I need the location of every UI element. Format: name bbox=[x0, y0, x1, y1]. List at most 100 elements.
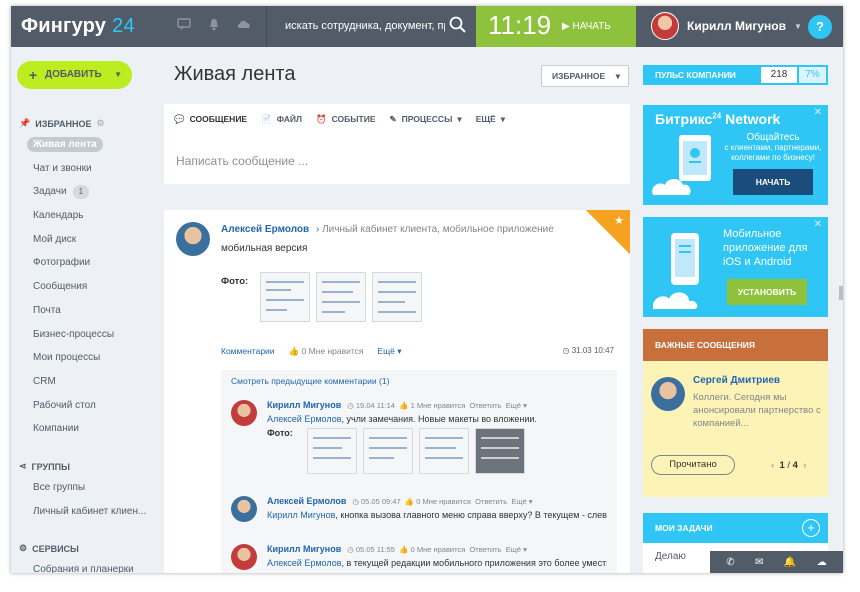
thumbs-up-icon: 👍 bbox=[288, 346, 302, 356]
user-name: Кирилл Мигунов bbox=[687, 19, 786, 33]
sidebar-item-mail[interactable]: Почта bbox=[11, 299, 161, 323]
gears-icon: ⚙ bbox=[19, 543, 28, 553]
message-input[interactable]: Написать сообщение ... bbox=[176, 154, 308, 168]
sidebar-item-calendar[interactable]: Календарь bbox=[11, 204, 161, 228]
post-text: мобильная версия bbox=[221, 243, 308, 254]
comment-author[interactable]: Кирилл Мигунов bbox=[267, 400, 341, 410]
network-start-button[interactable]: НАЧАТЬ bbox=[733, 169, 813, 195]
user-menu[interactable]: Кирилл Мигунов ▼ bbox=[651, 12, 802, 40]
work-time-widget[interactable]: 11:19 ▶ НАЧАТЬ bbox=[476, 6, 636, 47]
bell-icon[interactable]: 🔔 bbox=[784, 557, 796, 568]
chevron-down-icon: ▾ bbox=[615, 71, 620, 81]
add-task-button[interactable]: + bbox=[802, 519, 820, 537]
comment-avatar[interactable] bbox=[231, 400, 257, 426]
sidebar-item-companies[interactable]: Компании bbox=[11, 417, 161, 441]
chat-icon[interactable] bbox=[176, 18, 192, 34]
company-pulse[interactable]: ПУЛЬС КОМПАНИИ 218 7% bbox=[643, 65, 828, 85]
comment-text: Кирилл Мигунов, кнопка вызова главного м… bbox=[267, 510, 607, 520]
comment-meta: ◷ 19.04 11:14 👍 1 Мне нравится Ответить … bbox=[347, 401, 527, 410]
feed-filter-dropdown[interactable]: ИЗБРАННОЕ ▾ bbox=[541, 65, 629, 87]
photo-thumbnail[interactable] bbox=[316, 272, 366, 322]
sidebar-item-desktop[interactable]: Рабочий стол bbox=[11, 394, 161, 418]
post-author[interactable]: Алексей Ермолов bbox=[221, 224, 309, 235]
tab-more[interactable]: ЕЩЁ ▾ bbox=[476, 114, 505, 125]
photo-thumbnail[interactable] bbox=[419, 428, 469, 474]
add-button[interactable]: + ДОБАВИТЬ ▼ bbox=[17, 61, 132, 89]
pin-icon: 📌 bbox=[19, 118, 31, 128]
tab-event[interactable]: ⏰ СОБЫТИЕ bbox=[316, 114, 376, 125]
comment-avatar[interactable] bbox=[231, 544, 257, 570]
reply-link[interactable]: Ответить bbox=[475, 497, 507, 506]
pulse-value: 218 bbox=[761, 67, 797, 83]
photo-thumbnail[interactable] bbox=[260, 272, 310, 322]
plus-icon: + bbox=[29, 67, 38, 83]
photo-thumbnail[interactable] bbox=[307, 428, 357, 474]
sidebar-item-photos[interactable]: Фотографии bbox=[11, 251, 161, 275]
favorite-star-corner[interactable]: ★ bbox=[586, 210, 630, 254]
chevron-down-icon: ▼ bbox=[114, 70, 122, 79]
scrollbar[interactable] bbox=[839, 286, 843, 300]
post-avatar[interactable] bbox=[176, 222, 210, 256]
logo[interactable]: Фингуру 24 bbox=[21, 15, 135, 38]
chevron-down-icon: ▾ bbox=[500, 113, 505, 124]
sidebar-item-my-processes[interactable]: Мои процессы bbox=[11, 346, 161, 370]
sidebar-item-all-groups[interactable]: Все группы bbox=[11, 476, 161, 500]
more-link[interactable]: Ещё ▾ bbox=[378, 346, 402, 357]
bell-icon[interactable] bbox=[206, 18, 222, 34]
network-subtitle: Общайтесь с клиентами, партнерами, коллег… bbox=[724, 132, 822, 163]
sidebar-item-live-feed[interactable]: Живая лента bbox=[11, 133, 161, 157]
tab-message[interactable]: 💬 СООБЩЕНИЕ bbox=[174, 114, 247, 125]
sidebar-item-bizproc[interactable]: Бизнес-процессы bbox=[11, 323, 161, 347]
chat-icon[interactable]: ✉ bbox=[755, 557, 763, 568]
sidebar-item-chat[interactable]: Чат и звонки bbox=[11, 157, 161, 181]
photo-thumbnail[interactable] bbox=[363, 428, 413, 474]
sidebar-item-crm[interactable]: CRM bbox=[11, 370, 161, 394]
sidebar-item-disk[interactable]: Мой диск bbox=[11, 228, 161, 252]
start-day-button[interactable]: ▶ НАЧАТЬ bbox=[562, 21, 611, 32]
mark-read-button[interactable]: Прочитано bbox=[651, 455, 735, 475]
avatar bbox=[651, 12, 679, 40]
clock-time: 11:19 bbox=[488, 10, 552, 40]
reply-link[interactable]: Ответить bbox=[469, 545, 501, 554]
edit-icon: ✎ bbox=[389, 113, 397, 124]
close-icon[interactable]: ✕ bbox=[814, 107, 822, 118]
sidebar-item-client-cabinet[interactable]: Личный кабинет клиен... bbox=[11, 500, 161, 524]
comment-avatar[interactable] bbox=[231, 496, 257, 522]
sidebar: + ДОБАВИТЬ ▼ 📌 ИЗБРАННОЕ ⚙ Живая лента Чат и… bbox=[11, 47, 161, 573]
important-text: Коллеги. Сегодня мы анонсировали партнер… bbox=[693, 392, 821, 429]
install-button[interactable]: УСТАНОВИТЬ bbox=[727, 279, 807, 305]
search-input[interactable]: искать сотрудника, документ, проче bbox=[285, 20, 445, 32]
sidebar-item-meetings[interactable]: Собрания и планерки bbox=[11, 558, 161, 573]
sidebar-item-messages[interactable]: Сообщения bbox=[11, 275, 161, 299]
chevron-right-icon[interactable]: › bbox=[803, 460, 806, 471]
cloud-icon[interactable] bbox=[236, 18, 252, 34]
like-button[interactable]: 👍 0 Мне нравится bbox=[289, 346, 364, 357]
phone-icon[interactable]: ✆ bbox=[726, 557, 734, 568]
search-icon[interactable] bbox=[449, 16, 467, 34]
clock-icon: ⏰ bbox=[315, 113, 327, 124]
important-author[interactable]: Сергей Дмитриев bbox=[693, 375, 780, 386]
comments-link[interactable]: Комментарии bbox=[221, 346, 275, 357]
comment-author[interactable]: Алексей Ермолов bbox=[267, 496, 346, 506]
comment-author[interactable]: Кирилл Мигунов bbox=[267, 544, 341, 554]
post-destination[interactable]: › Личный кабинет клиента, мобильное прил… bbox=[316, 224, 554, 235]
sidebar-item-tasks[interactable]: Задачи 1 bbox=[11, 180, 161, 204]
search-field[interactable]: искать сотрудника, документ, проче bbox=[266, 6, 476, 47]
clock-icon: ◷ bbox=[562, 346, 572, 355]
tab-processes[interactable]: ✎ ПРОЦЕССЫ ▾ bbox=[390, 114, 462, 125]
avatar[interactable] bbox=[651, 377, 685, 411]
cloud-icon[interactable]: ☁ bbox=[817, 557, 827, 568]
pulse-percent: 7% bbox=[799, 67, 826, 83]
photo-thumbnail[interactable] bbox=[475, 428, 525, 474]
photo-thumbnail[interactable] bbox=[372, 272, 422, 322]
reply-link[interactable]: Ответить bbox=[469, 401, 501, 410]
gear-icon[interactable]: ⚙ bbox=[97, 118, 105, 129]
tasks-row-doing[interactable]: Делаю bbox=[655, 551, 686, 562]
tab-file[interactable]: 📄 ФАЙЛ bbox=[261, 114, 302, 125]
help-button[interactable]: ? bbox=[808, 15, 832, 39]
page-title: Живая лента bbox=[174, 63, 296, 85]
chevron-left-icon[interactable]: ‹ bbox=[771, 460, 774, 471]
mobile-illustration bbox=[653, 233, 699, 309]
phone-illustration bbox=[652, 135, 711, 195]
previous-comments-link[interactable]: Смотреть предыдущие комментарии (1) bbox=[231, 376, 389, 386]
